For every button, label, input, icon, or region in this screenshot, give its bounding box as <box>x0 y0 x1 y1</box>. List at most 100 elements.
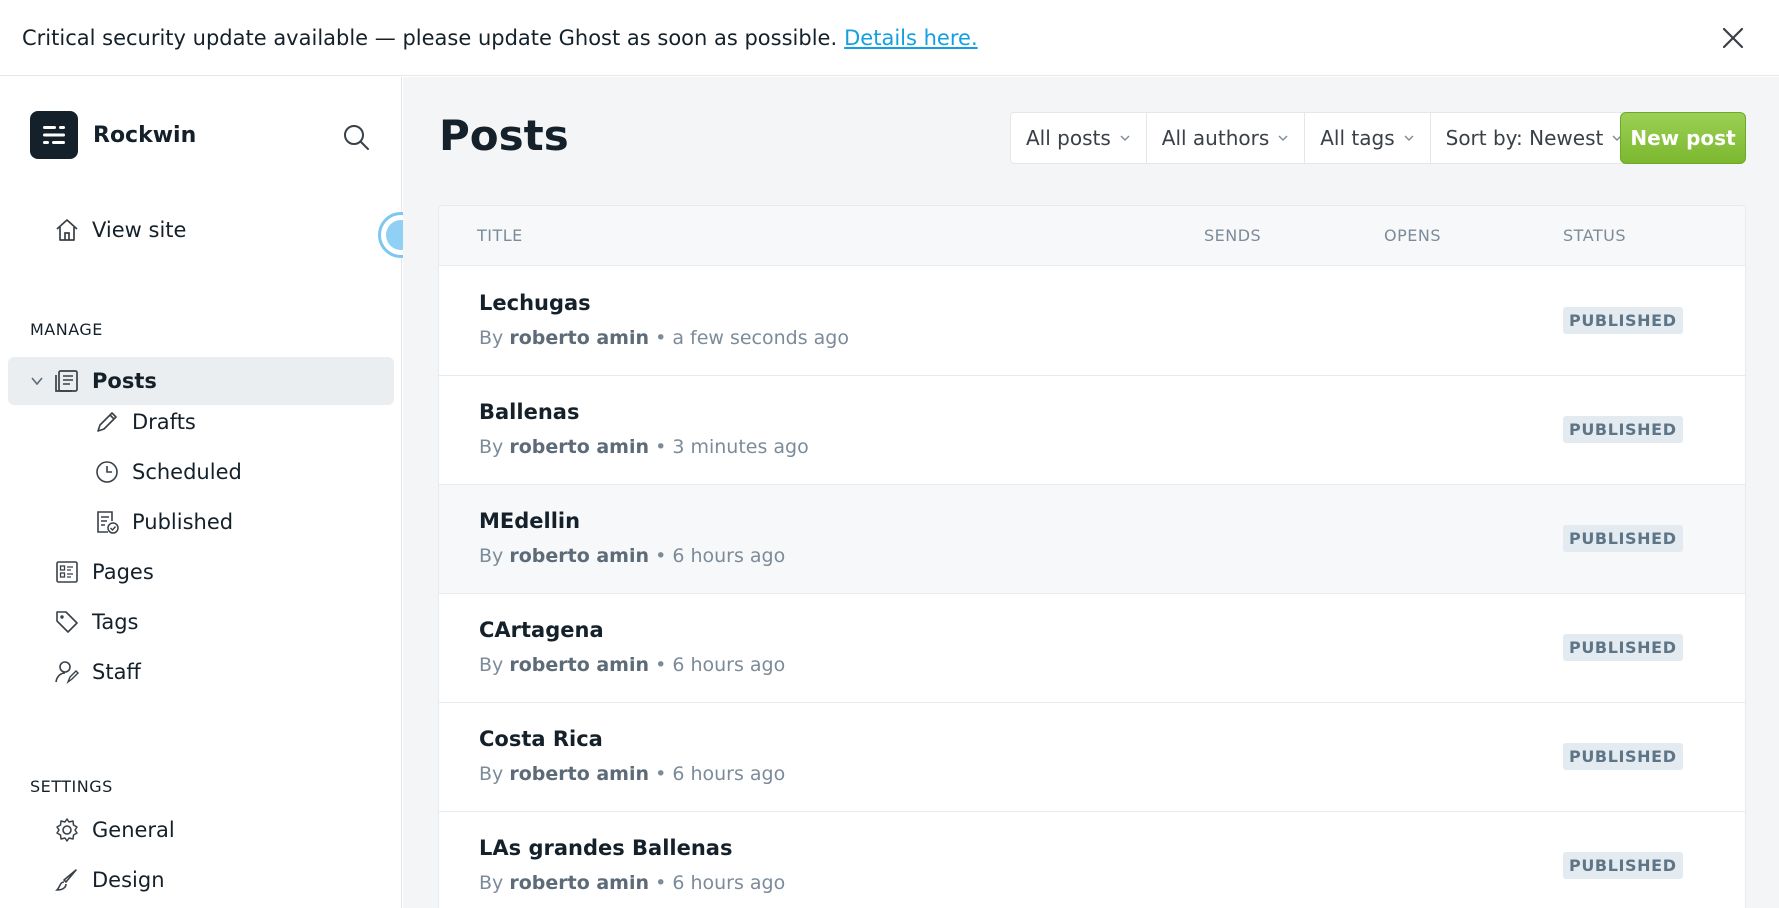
post-time: • 6 hours ago <box>655 654 786 676</box>
pages-icon <box>56 561 78 583</box>
brand-logo <box>30 111 78 159</box>
filter-tag[interactable]: All tags <box>1305 113 1431 163</box>
site-name: Rockwin <box>93 122 197 148</box>
post-time: • 6 hours ago <box>655 763 786 785</box>
filter-tag-label: All tags <box>1320 126 1395 150</box>
post-time: • 6 hours ago <box>655 872 786 894</box>
sidebar-item-staff[interactable]: Staff <box>54 659 141 685</box>
security-update-banner: Critical security update available — ple… <box>0 0 1779 76</box>
post-meta: By roberto amin • a few seconds ago <box>479 327 849 349</box>
post-author: roberto amin <box>509 763 650 785</box>
home-icon <box>56 219 78 241</box>
post-title: MEdellin <box>479 509 581 533</box>
column-sends[interactable]: SENDS <box>1204 226 1261 245</box>
post-meta: By roberto amin • 3 minutes ago <box>479 436 809 458</box>
sidebar-item-scheduled-label: Scheduled <box>132 460 242 484</box>
table-row[interactable]: Costa Rica By roberto amin • 6 hours ago… <box>439 703 1745 812</box>
post-title: LAs grandes Ballenas <box>479 836 733 860</box>
sidebar-item-staff-label: Staff <box>92 660 141 684</box>
main-content: Posts All posts All authors All tags Sor… <box>403 77 1779 908</box>
staff-icon <box>55 661 79 685</box>
post-title: Costa Rica <box>479 727 603 751</box>
column-status[interactable]: STATUS <box>1563 226 1626 245</box>
chevron-down-icon <box>1120 135 1130 141</box>
column-opens[interactable]: OPENS <box>1384 226 1441 245</box>
status-badge: PUBLISHED <box>1563 416 1683 443</box>
filter-post-type[interactable]: All posts <box>1011 113 1147 163</box>
sidebar-item-published[interactable]: Published <box>94 509 233 535</box>
table-header: TITLE SENDS OPENS STATUS <box>439 206 1745 266</box>
post-title: CArtagena <box>479 618 604 642</box>
posts-icon <box>55 370 78 392</box>
column-title[interactable]: TITLE <box>477 226 523 245</box>
gear-icon <box>56 818 78 842</box>
settings-section-label: SETTINGS <box>30 777 113 796</box>
chevron-down-icon[interactable] <box>30 374 44 388</box>
status-badge: PUBLISHED <box>1563 743 1683 770</box>
status-badge: PUBLISHED <box>1563 525 1683 552</box>
table-row[interactable]: MEdellin By roberto amin • 6 hours ago P… <box>439 485 1745 594</box>
chevron-down-icon <box>1278 135 1288 141</box>
published-icon <box>97 511 119 534</box>
ghost-logo-icon <box>43 126 65 144</box>
filter-sort-label: Sort by: Newest <box>1445 126 1604 150</box>
post-author: roberto amin <box>509 436 650 458</box>
post-author: roberto amin <box>509 872 650 894</box>
brand[interactable]: Rockwin <box>30 111 196 159</box>
filter-post-type-label: All posts <box>1026 126 1111 150</box>
status-badge: PUBLISHED <box>1563 852 1683 879</box>
post-time: • 6 hours ago <box>655 545 786 567</box>
sidebar-item-drafts-label: Drafts <box>132 410 196 434</box>
post-author: roberto amin <box>509 545 650 567</box>
filter-bar: All posts All authors All tags Sort by: … <box>1010 112 1640 164</box>
clock-icon <box>96 461 118 483</box>
table-row[interactable]: CArtagena By roberto amin • 6 hours ago … <box>439 594 1745 703</box>
brush-icon <box>55 869 77 891</box>
sidebar-item-general-label: General <box>92 818 175 842</box>
page-title: Posts <box>439 111 569 160</box>
post-title: Lechugas <box>479 291 591 315</box>
manage-section-label: MANAGE <box>30 320 103 339</box>
post-title: Ballenas <box>479 400 580 424</box>
status-badge: PUBLISHED <box>1563 307 1683 334</box>
banner-message: Critical security update available — ple… <box>22 25 838 50</box>
filter-author-label: All authors <box>1161 126 1270 150</box>
new-post-button[interactable]: New post <box>1620 112 1746 164</box>
search-icon[interactable] <box>342 123 370 151</box>
pencil-icon <box>97 412 117 432</box>
table-row[interactable]: Ballenas By roberto amin • 3 minutes ago… <box>439 376 1745 485</box>
sidebar-item-design-label: Design <box>92 868 165 892</box>
close-icon[interactable] <box>1717 22 1749 54</box>
sidebar-item-posts[interactable]: Posts <box>8 357 394 405</box>
sidebar-item-general[interactable]: General <box>54 817 175 843</box>
post-meta: By roberto amin • 6 hours ago <box>479 545 786 567</box>
table-row[interactable]: LAs grandes Ballenas By roberto amin • 6… <box>439 812 1745 908</box>
tag-icon <box>56 611 78 633</box>
sidebar-item-drafts[interactable]: Drafts <box>94 409 196 435</box>
post-meta: By roberto amin • 6 hours ago <box>479 763 786 785</box>
sidebar: Rockwin View site MANAGE Posts Drafts Sc… <box>0 77 402 908</box>
sidebar-item-scheduled[interactable]: Scheduled <box>94 459 242 485</box>
sidebar-item-pages-label: Pages <box>92 560 154 584</box>
status-badge: PUBLISHED <box>1563 634 1683 661</box>
post-meta: By roberto amin • 6 hours ago <box>479 654 786 676</box>
sidebar-item-pages[interactable]: Pages <box>54 559 154 585</box>
post-author: roberto amin <box>509 654 650 676</box>
sidebar-item-published-label: Published <box>132 510 234 534</box>
posts-table: TITLE SENDS OPENS STATUS Lechugas By rob… <box>438 205 1746 908</box>
post-meta: By roberto amin • 6 hours ago <box>479 872 786 894</box>
post-time: • 3 minutes ago <box>655 436 809 458</box>
banner-details-link[interactable]: Details here. <box>844 26 977 50</box>
view-site-link[interactable]: View site <box>54 217 186 243</box>
filter-sort[interactable]: Sort by: Newest <box>1431 113 1639 163</box>
post-author: roberto amin <box>509 327 650 349</box>
sidebar-item-posts-label: Posts <box>92 369 157 393</box>
sidebar-item-tags[interactable]: Tags <box>54 609 139 635</box>
post-time: • a few seconds ago <box>655 327 849 349</box>
view-site-label: View site <box>92 218 187 242</box>
table-row[interactable]: Lechugas By roberto amin • a few seconds… <box>439 267 1745 376</box>
filter-author[interactable]: All authors <box>1147 113 1306 163</box>
sidebar-item-tags-label: Tags <box>92 610 139 634</box>
chevron-down-icon <box>1404 135 1414 141</box>
sidebar-item-design[interactable]: Design <box>54 867 165 893</box>
